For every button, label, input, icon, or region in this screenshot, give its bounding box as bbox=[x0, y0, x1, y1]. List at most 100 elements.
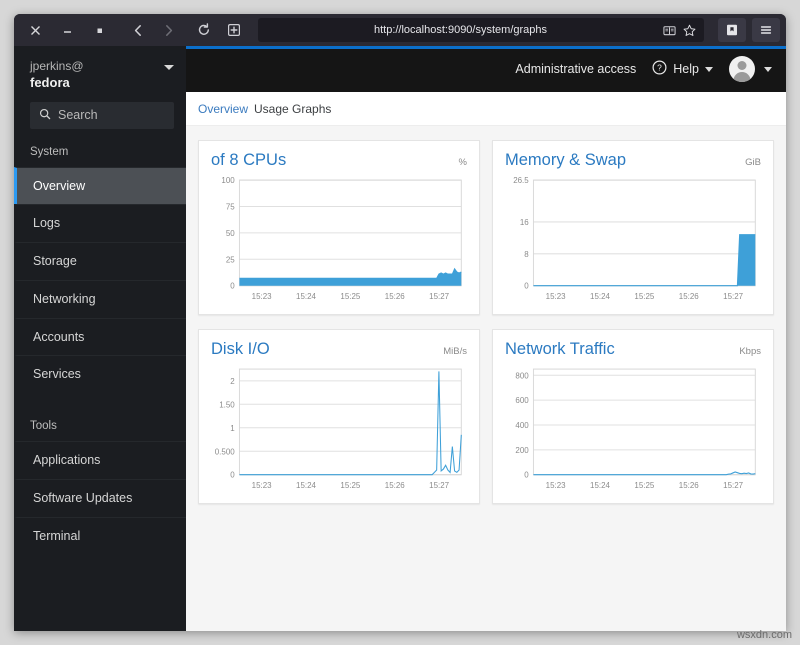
svg-text:15:24: 15:24 bbox=[296, 292, 316, 301]
sidebar-item-storage[interactable]: Storage bbox=[14, 242, 186, 280]
url-text: http://localhost:9090/system/graphs bbox=[373, 24, 548, 36]
svg-text:15:23: 15:23 bbox=[546, 481, 566, 490]
svg-text:25: 25 bbox=[226, 255, 235, 264]
top-navbar: Administrative access ? Help bbox=[186, 46, 786, 92]
card-unit: % bbox=[458, 157, 467, 168]
help-label: Help bbox=[673, 62, 699, 76]
svg-text:0: 0 bbox=[230, 471, 235, 480]
sidebar-item-services[interactable]: Services bbox=[14, 355, 186, 393]
minimize-icon[interactable] bbox=[52, 18, 82, 42]
search-input[interactable]: Search bbox=[30, 101, 174, 129]
svg-text:0: 0 bbox=[524, 471, 529, 480]
page-viewport: jperkins@ fedora Search System Overview … bbox=[14, 46, 786, 631]
avatar bbox=[729, 56, 755, 82]
reader-mode-icon[interactable] bbox=[663, 24, 676, 37]
svg-text:400: 400 bbox=[515, 421, 529, 430]
svg-text:100: 100 bbox=[221, 176, 235, 185]
screen: http://localhost:9090/system/graphs jper… bbox=[0, 0, 800, 645]
svg-text:15:25: 15:25 bbox=[634, 481, 654, 490]
breadcrumb: Overview Usage Graphs bbox=[186, 92, 786, 126]
user-host: fedora bbox=[30, 75, 70, 91]
sidebar-item-terminal[interactable]: Terminal bbox=[14, 516, 186, 555]
chevron-down-icon bbox=[705, 66, 713, 72]
svg-text:2: 2 bbox=[230, 377, 235, 386]
sidebar-item-logs[interactable]: Logs bbox=[14, 204, 186, 242]
svg-text:0: 0 bbox=[230, 282, 235, 291]
page-focus-indicator bbox=[186, 46, 786, 49]
maximize-icon[interactable] bbox=[84, 18, 114, 42]
user-switcher[interactable]: jperkins@ fedora bbox=[14, 46, 186, 102]
reload-icon[interactable] bbox=[190, 18, 218, 42]
card-header: of 8 CPUs % bbox=[211, 151, 467, 170]
card-title: of 8 CPUs bbox=[211, 151, 287, 169]
chart-disk[interactable]: 0 0.500 1 1.50 2 15:23 15:24 15:25 15:26 15:27 bbox=[211, 363, 467, 495]
sidebar-item-applications[interactable]: Applications bbox=[14, 441, 186, 479]
page-action-icon[interactable] bbox=[220, 18, 248, 42]
chevron-down-icon[interactable] bbox=[164, 65, 174, 70]
svg-text:50: 50 bbox=[226, 229, 235, 238]
sidebar-item-accounts[interactable]: Accounts bbox=[14, 317, 186, 356]
svg-text:15:25: 15:25 bbox=[634, 292, 654, 301]
chart-memory[interactable]: 0 8 16 26.5 15:23 15:24 15:25 15:26 15:27 bbox=[505, 174, 761, 306]
card-title: Disk I/O bbox=[211, 340, 270, 358]
svg-text:600: 600 bbox=[515, 396, 529, 405]
svg-text:15:24: 15:24 bbox=[296, 481, 316, 490]
address-bar-icons bbox=[655, 24, 696, 37]
help-circle-icon: ? bbox=[652, 60, 667, 78]
svg-text:?: ? bbox=[657, 63, 662, 73]
svg-text:15:26: 15:26 bbox=[679, 292, 699, 301]
forward-icon[interactable] bbox=[154, 18, 182, 42]
card-unit: MiB/s bbox=[443, 346, 467, 357]
svg-text:15:24: 15:24 bbox=[590, 481, 610, 490]
card-cpu: of 8 CPUs % 0 25 50 75 100 15:23 15:24 15:25 15:… bbox=[198, 140, 480, 315]
user-account: jperkins@ bbox=[30, 59, 84, 73]
back-icon[interactable] bbox=[124, 18, 152, 42]
sidebar-item-software-updates[interactable]: Software Updates bbox=[14, 478, 186, 517]
svg-text:75: 75 bbox=[226, 202, 235, 211]
svg-text:0.500: 0.500 bbox=[215, 447, 235, 456]
chevron-down-icon bbox=[764, 66, 772, 72]
sidebar-search: Search bbox=[14, 101, 186, 141]
card-disk: Disk I/O MiB/s 0 0.500 1 1.50 2 15:23 15:24 15:… bbox=[198, 329, 480, 504]
svg-text:15:27: 15:27 bbox=[723, 292, 743, 301]
library-icon[interactable] bbox=[718, 18, 746, 42]
nav-group-label-system: System bbox=[30, 145, 69, 158]
bookmark-star-icon[interactable] bbox=[683, 24, 696, 37]
sidebar-item-networking[interactable]: Networking bbox=[14, 279, 186, 318]
address-bar[interactable]: http://localhost:9090/system/graphs bbox=[258, 18, 704, 42]
svg-text:15:26: 15:26 bbox=[385, 481, 405, 490]
hamburger-menu-icon[interactable] bbox=[752, 18, 780, 42]
card-header: Memory & Swap GiB bbox=[505, 151, 761, 170]
close-icon[interactable] bbox=[20, 18, 50, 42]
user-identity: jperkins@ fedora bbox=[30, 58, 84, 92]
svg-text:15:25: 15:25 bbox=[340, 292, 360, 301]
card-unit: Kbps bbox=[739, 346, 761, 357]
nav-group-label-tools: Tools bbox=[30, 420, 57, 433]
svg-text:200: 200 bbox=[515, 446, 529, 455]
svg-text:15:23: 15:23 bbox=[546, 292, 566, 301]
chart-cpu[interactable]: 0 25 50 75 100 15:23 15:24 15:25 15:26 15:27 bbox=[211, 174, 467, 306]
card-title: Memory & Swap bbox=[505, 151, 627, 169]
help-menu[interactable]: ? Help bbox=[652, 60, 713, 78]
breadcrumb-link-overview[interactable]: Overview bbox=[198, 102, 248, 116]
svg-text:1.50: 1.50 bbox=[219, 400, 235, 409]
card-memory: Memory & Swap GiB 0 8 16 26.5 15:23 15:24 15:2… bbox=[492, 140, 774, 315]
cockpit-sidebar: jperkins@ fedora Search System Overview … bbox=[14, 46, 186, 631]
svg-text:15:25: 15:25 bbox=[340, 481, 360, 490]
svg-text:15:23: 15:23 bbox=[252, 481, 272, 490]
card-network: Network Traffic Kbps 0 200 400 600 800 15:23 1… bbox=[492, 329, 774, 504]
svg-text:16: 16 bbox=[520, 218, 529, 227]
search-placeholder: Search bbox=[58, 108, 98, 123]
administrative-access-button[interactable]: Administrative access bbox=[515, 62, 636, 76]
card-header: Disk I/O MiB/s bbox=[211, 340, 467, 359]
session-menu[interactable] bbox=[729, 56, 772, 82]
svg-text:15:27: 15:27 bbox=[429, 292, 449, 301]
card-title: Network Traffic bbox=[505, 340, 615, 358]
chart-network[interactable]: 0 200 400 600 800 15:23 15:24 15:25 15:26 15:27 bbox=[505, 363, 761, 495]
svg-text:8: 8 bbox=[524, 250, 529, 259]
sidebar-item-overview[interactable]: Overview bbox=[14, 166, 186, 205]
toolbar-right bbox=[714, 18, 780, 42]
browser-toolbar: http://localhost:9090/system/graphs bbox=[14, 14, 786, 46]
svg-text:0: 0 bbox=[524, 282, 529, 291]
